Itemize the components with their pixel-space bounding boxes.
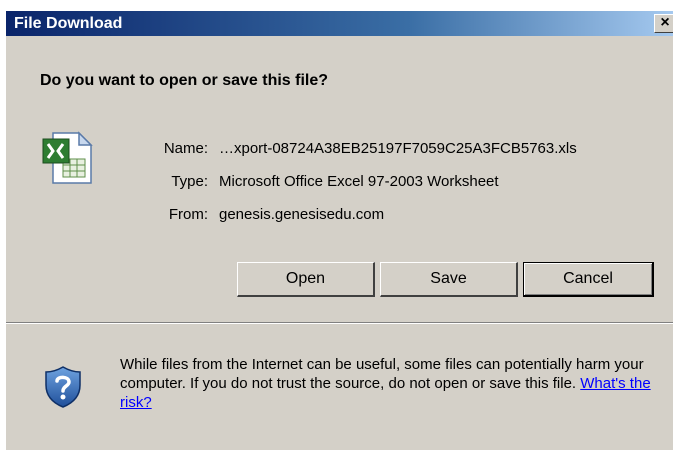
window-title: File Download bbox=[14, 15, 123, 32]
title-bar[interactable]: File Download × bbox=[6, 11, 673, 36]
name-label: Name: bbox=[163, 140, 208, 157]
from-value: genesis.genesisedu.com bbox=[219, 206, 385, 223]
security-warning: While files from the Internet can be use… bbox=[120, 355, 670, 412]
shield-question-icon bbox=[45, 366, 81, 408]
file-download-dialog: File Download × Do you want to open or s… bbox=[4, 11, 673, 450]
warning-text: While files from the Internet can be use… bbox=[120, 356, 644, 392]
from-label: From: bbox=[168, 206, 208, 223]
cancel-button[interactable]: Cancel bbox=[523, 262, 654, 297]
open-button[interactable]: Open bbox=[237, 262, 375, 297]
name-value: …xport-08724A38EB25197F7059C25A3FCB5763.… bbox=[219, 140, 577, 157]
excel-file-icon bbox=[42, 131, 93, 184]
save-button[interactable]: Save bbox=[380, 262, 518, 297]
type-value: Microsoft Office Excel 97-2003 Worksheet bbox=[219, 173, 499, 190]
divider bbox=[6, 322, 673, 324]
close-button[interactable]: × bbox=[654, 14, 673, 33]
type-label: Type: bbox=[171, 173, 208, 190]
dialog-question: Do you want to open or save this file? bbox=[40, 72, 329, 89]
